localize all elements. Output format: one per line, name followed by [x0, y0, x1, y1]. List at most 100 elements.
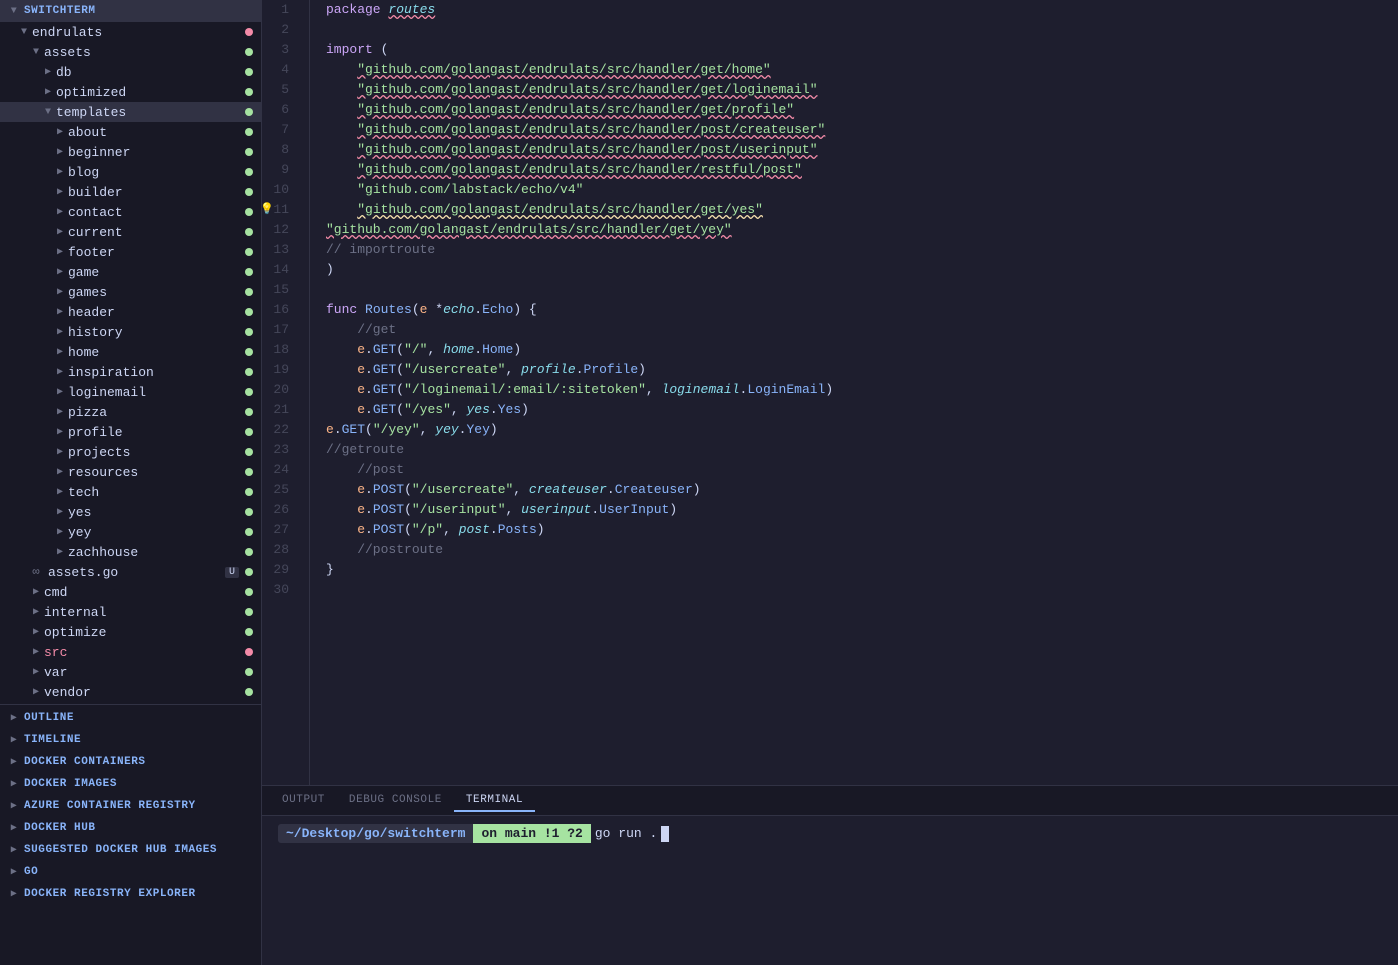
- sidebar-item-var[interactable]: ▶ var: [0, 662, 261, 682]
- sidebar-item-cmd[interactable]: ▶ cmd: [0, 582, 261, 602]
- sidebar-item-footer[interactable]: ▶ footer: [0, 242, 261, 262]
- comment24: //post: [326, 460, 404, 480]
- sidebar-item-zachhouse[interactable]: ▶ zachhouse: [0, 542, 261, 562]
- comma20: ,: [646, 380, 662, 400]
- sidebar-item-resources[interactable]: ▶ resources: [0, 462, 261, 482]
- section-suggested-docker-hub[interactable]: ▶ SUGGESTED DOCKER HUB IMAGES: [0, 839, 261, 861]
- game-dot: [245, 268, 253, 276]
- section-docker-containers[interactable]: ▶ DOCKER CONTAINERS: [0, 751, 261, 773]
- sidebar-item-games[interactable]: ▶ games: [0, 282, 261, 302]
- terminal-command: go run .: [591, 824, 661, 843]
- code-line-30: [326, 580, 1398, 600]
- section-docker-hub[interactable]: ▶ DOCKER HUB: [0, 817, 261, 839]
- sidebar-item-optimized[interactable]: ▶ optimized: [0, 82, 261, 102]
- home-label: home: [68, 345, 241, 360]
- code-content[interactable]: package routes import ( "github.com/gola…: [310, 0, 1398, 785]
- sidebar-item-beginner[interactable]: ▶ beginner: [0, 142, 261, 162]
- timeline-label: TIMELINE: [24, 734, 81, 746]
- import5: "github.com/golangast/endrulats/src/hand…: [357, 80, 817, 100]
- sidebar-item-profile[interactable]: ▶ profile: [0, 422, 261, 442]
- code-line-29: }: [326, 560, 1398, 580]
- section-azure-container-registry[interactable]: ▶ AZURE CONTAINER REGISTRY: [0, 795, 261, 817]
- comma25: ,: [513, 480, 529, 500]
- section-go[interactable]: ▶ GO: [0, 861, 261, 883]
- dot27b: .: [490, 520, 498, 540]
- code-line-11: "github.com/golangast/endrulats/src/hand…: [326, 200, 1398, 220]
- terminal-content[interactable]: ~/Desktop/go/switchterm on main !1 ?2 go…: [262, 816, 1398, 965]
- sidebar-item-loginemail[interactable]: ▶ loginemail: [0, 382, 261, 402]
- sidebar-item-pizza[interactable]: ▶ pizza: [0, 402, 261, 422]
- pkg-loginemail: loginemail: [662, 380, 740, 400]
- about-label: about: [68, 125, 241, 140]
- sidebar-item-src[interactable]: ▶ src: [0, 642, 261, 662]
- sidebar-item-projects[interactable]: ▶ projects: [0, 442, 261, 462]
- comment28: //postroute: [326, 540, 443, 560]
- UserInput26: UserInput: [599, 500, 669, 520]
- code-editor: 1 2 3 4 5 6 7 8 9 10 11 12 13 14 15 16 1…: [262, 0, 1398, 785]
- tab-debug-console[interactable]: DEBUG CONSOLE: [337, 790, 454, 812]
- header-arrow: ▶: [52, 306, 68, 318]
- sidebar-item-header[interactable]: ▶ header: [0, 302, 261, 322]
- assets-arrow: ▼: [28, 47, 44, 58]
- indent11: [326, 200, 357, 220]
- ln-15: 15: [262, 280, 297, 300]
- dot18b: .: [474, 340, 482, 360]
- section-docker-registry-explorer[interactable]: ▶ DOCKER REGISTRY EXPLORER: [0, 883, 261, 905]
- sidebar-item-inspiration[interactable]: ▶ inspiration: [0, 362, 261, 382]
- sidebar-item-current[interactable]: ▶ current: [0, 222, 261, 242]
- sidebar-item-history[interactable]: ▶ history: [0, 322, 261, 342]
- sidebar-item-about[interactable]: ▶ about: [0, 122, 261, 142]
- tab-output[interactable]: OUTPUT: [270, 790, 337, 812]
- sidebar-item-tech[interactable]: ▶ tech: [0, 482, 261, 502]
- sidebar-item-internal[interactable]: ▶ internal: [0, 602, 261, 622]
- e25: e: [357, 480, 365, 500]
- dot27: .: [365, 520, 373, 540]
- code-line-22: e . GET ( "/yey" , yey . Yey ): [326, 420, 1398, 440]
- sidebar-item-builder[interactable]: ▶ builder: [0, 182, 261, 202]
- dot21: .: [365, 400, 373, 420]
- ln-13: 13: [262, 240, 297, 260]
- timeline-arrow: ▶: [6, 734, 22, 746]
- tab-terminal[interactable]: TERMINAL: [454, 790, 535, 812]
- code-line-13: // importroute: [326, 240, 1398, 260]
- p20b: ): [825, 380, 833, 400]
- code-line-5: "github.com/golangast/endrulats/src/hand…: [326, 80, 1398, 100]
- import6: "github.com/golangast/endrulats/src/hand…: [357, 100, 794, 120]
- sidebar-item-vendor[interactable]: ▶ vendor: [0, 682, 261, 702]
- dot26: .: [365, 500, 373, 520]
- docker-images-arrow: ▶: [6, 778, 22, 790]
- sidebar-item-templates[interactable]: ▼ templates: [0, 102, 261, 122]
- cmd-dot: [245, 588, 253, 596]
- sidebar-item-home[interactable]: ▶ home: [0, 342, 261, 362]
- sidebar-item-contact[interactable]: ▶ contact: [0, 202, 261, 222]
- azure-label: AZURE CONTAINER REGISTRY: [24, 800, 196, 812]
- root-switchterm[interactable]: ▼ SWITCHTERM: [0, 0, 261, 22]
- import4: "github.com/golangast/endrulats/src/hand…: [357, 60, 770, 80]
- sidebar-item-yey[interactable]: ▶ yey: [0, 522, 261, 542]
- sidebar-item-optimize[interactable]: ▶ optimize: [0, 622, 261, 642]
- Yey22: Yey: [466, 420, 489, 440]
- indent21: [326, 400, 357, 420]
- sidebar-item-game[interactable]: ▶ game: [0, 262, 261, 282]
- contact-dot: [245, 208, 253, 216]
- pkg-userinput: userinput: [521, 500, 591, 520]
- sidebar-item-endrulats[interactable]: ▼ endrulats: [0, 22, 261, 42]
- sidebar-item-assets-go[interactable]: ∞ assets.go U: [0, 562, 261, 582]
- sidebar-item-assets[interactable]: ▼ assets: [0, 42, 261, 62]
- bottom-panel: OUTPUT DEBUG CONSOLE TERMINAL ~/Desktop/…: [262, 785, 1398, 965]
- section-timeline[interactable]: ▶ TIMELINE: [0, 729, 261, 751]
- sidebar-item-blog[interactable]: ▶ blog: [0, 162, 261, 182]
- tech-label: tech: [68, 485, 241, 500]
- str20a: "/loginemail/:email/:sitetoken": [404, 380, 646, 400]
- p26b: ): [669, 500, 677, 520]
- p22a: (: [365, 420, 373, 440]
- section-outline[interactable]: ▶ OUTLINE: [0, 707, 261, 729]
- header-label: header: [68, 305, 241, 320]
- p19b: ): [638, 360, 646, 380]
- ln-20: 20: [262, 380, 297, 400]
- code-line-12: "github.com/golangast/endrulats/src/hand…: [326, 220, 1398, 240]
- sidebar-item-db[interactable]: ▶ db: [0, 62, 261, 82]
- sidebar-item-yes[interactable]: ▶ yes: [0, 502, 261, 522]
- code-line-4: "github.com/golangast/endrulats/src/hand…: [326, 60, 1398, 80]
- section-docker-images[interactable]: ▶ DOCKER IMAGES: [0, 773, 261, 795]
